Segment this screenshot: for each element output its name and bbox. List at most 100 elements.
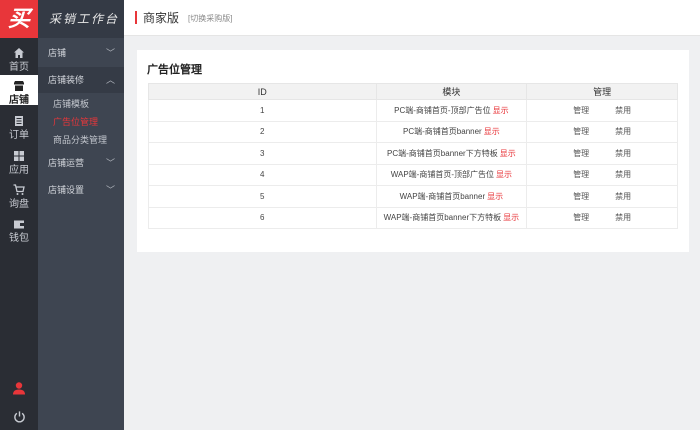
row-module: PC端-商铺首页banner下方特板 显示 <box>375 142 528 165</box>
show-link[interactable]: 显示 <box>484 127 500 136</box>
row-id: 1 <box>148 99 377 122</box>
power-icon <box>13 410 26 427</box>
show-link[interactable]: 显示 <box>493 106 509 115</box>
sidebar-group-label: 店铺装修 <box>48 75 85 85</box>
manage-button[interactable]: 管理 <box>573 191 589 202</box>
apps-icon <box>0 149 38 165</box>
row-actions: 管理 禁用 <box>526 142 678 165</box>
chevron-down-icon: ﹀ <box>105 185 115 195</box>
table-row: 5 WAP端-商铺首页banner 显示 管理 禁用 <box>148 185 678 208</box>
rail-item-label: 店铺 <box>9 95 29 106</box>
disable-button[interactable]: 禁用 <box>615 212 631 223</box>
sidebar-group-settings[interactable]: 店铺设置 ﹀ <box>38 177 124 203</box>
disable-button[interactable]: 禁用 <box>615 169 631 180</box>
rail-item-label: 首页 <box>9 62 29 73</box>
sidebar-item-label: 店铺模板 <box>53 99 90 109</box>
sidebar-group-label: 店铺运营 <box>48 158 85 168</box>
row-id: 5 <box>148 185 377 208</box>
cart-icon <box>0 183 38 199</box>
row-module: WAP端-商铺首页banner下方特板 显示 <box>375 206 528 229</box>
manage-button[interactable]: 管理 <box>573 105 589 116</box>
table-row: 3 PC端-商铺首页banner下方特板 显示 管理 禁用 <box>148 142 678 165</box>
module-name: WAP端-商铺首页banner <box>399 191 486 201</box>
column-header-manage: 管理 <box>526 83 678 100</box>
home-icon <box>0 46 38 62</box>
user-avatar-button[interactable] <box>0 381 38 400</box>
store-icon <box>0 79 38 95</box>
sidebar-item-label: 广告位管理 <box>53 117 99 127</box>
table-header-row: ID 模块 管理 <box>148 83 678 100</box>
sidebar-group-label: 店铺 <box>48 48 67 58</box>
rail-item-wallet[interactable]: 钱包 <box>0 213 38 244</box>
manage-button[interactable]: 管理 <box>573 212 589 223</box>
rail-item-inquiry[interactable]: 询盘 <box>0 179 38 210</box>
power-button[interactable] <box>0 410 38 428</box>
chevron-up-icon: ︿ <box>105 75 115 85</box>
row-module: PC端-商铺首页banner 显示 <box>375 120 528 143</box>
show-link[interactable]: 显示 <box>487 192 503 201</box>
secondary-sidebar: 采销工作台 店铺 ﹀ 店铺装修 ︿ 店铺模板 广告位管理 商品分类管理 店铺运营… <box>38 0 124 430</box>
sidebar-group-operations[interactable]: 店铺运营 ﹀ <box>38 150 124 176</box>
row-module: WAP端-商铺首页-顶部广告位 显示 <box>375 163 528 186</box>
sidebar-item-store-template[interactable]: 店铺模板 <box>38 95 124 113</box>
sidebar-item-ad-slots[interactable]: 广告位管理 <box>38 113 124 131</box>
show-link[interactable]: 显示 <box>503 213 519 222</box>
sidebar-group-store[interactable]: 店铺 ﹀ <box>38 40 124 66</box>
top-header: 商家版 [切换采购版] <box>124 0 700 36</box>
rail-item-label: 钱包 <box>9 233 29 244</box>
rail-item-orders[interactable]: 订单 <box>0 110 38 141</box>
app-logo[interactable]: 买 <box>0 0 38 38</box>
sidebar-item-category-management[interactable]: 商品分类管理 <box>38 131 124 149</box>
row-actions: 管理 禁用 <box>526 99 678 122</box>
rail-item-label: 订单 <box>9 130 29 141</box>
row-actions: 管理 禁用 <box>526 206 678 229</box>
row-actions: 管理 禁用 <box>526 185 678 208</box>
ad-slot-table: ID 模块 管理 1 PC端-商铺首页-顶部广告位 显示 管理 禁用 2 PC端-商… <box>148 83 678 229</box>
sidebar-group-label: 店铺设置 <box>48 185 85 195</box>
disable-button[interactable]: 禁用 <box>615 105 631 116</box>
sidebar-group-decoration[interactable]: 店铺装修 ︿ <box>38 67 124 93</box>
chevron-down-icon: ﹀ <box>105 48 115 58</box>
order-icon <box>0 114 38 130</box>
module-name: PC端-商铺首页banner下方特板 <box>387 148 498 158</box>
main-panel: 广告位管理 ID 模块 管理 1 PC端-商铺首页-顶部广告位 显示 管理 禁用 2… <box>137 50 689 252</box>
switch-to-buyer-link[interactable]: [切换采购版] <box>188 13 232 24</box>
rail-item-store[interactable]: 店铺 <box>0 75 38 106</box>
module-name: WAP端-商铺首页banner下方特板 <box>383 213 502 223</box>
rail-item-home[interactable]: 首页 <box>0 42 38 73</box>
disable-button[interactable]: 禁用 <box>615 148 631 159</box>
row-id: 4 <box>148 163 377 186</box>
table-row: 6 WAP端-商铺首页banner下方特板 显示 管理 禁用 <box>148 206 678 229</box>
page-title: 广告位管理 <box>147 64 202 76</box>
column-header-module: 模块 <box>375 83 528 100</box>
row-id: 3 <box>148 142 377 165</box>
icon-rail: 买 首页 店铺 订单 应用 询盘 钱包 <box>0 0 38 430</box>
row-actions: 管理 禁用 <box>526 120 678 143</box>
title-accent-bar <box>135 11 137 24</box>
workbench-title: 采销工作台 <box>38 0 124 38</box>
manage-button[interactable]: 管理 <box>573 126 589 137</box>
module-name: PC端-商铺首页banner <box>403 127 482 137</box>
manage-button[interactable]: 管理 <box>573 148 589 159</box>
chevron-down-icon: ﹀ <box>105 158 115 168</box>
table-row: 4 WAP端-商铺首页-顶部广告位 显示 管理 禁用 <box>148 163 678 186</box>
module-name: PC端-商铺首页-顶部广告位 <box>394 105 491 115</box>
show-link[interactable]: 显示 <box>496 170 512 179</box>
disable-button[interactable]: 禁用 <box>615 126 631 137</box>
manage-button[interactable]: 管理 <box>573 169 589 180</box>
row-id: 2 <box>148 120 377 143</box>
disable-button[interactable]: 禁用 <box>615 191 631 202</box>
row-module: PC端-商铺首页-顶部广告位 显示 <box>375 99 528 122</box>
rail-item-apps[interactable]: 应用 <box>0 145 38 176</box>
column-header-id: ID <box>148 83 377 100</box>
show-link[interactable]: 显示 <box>500 149 516 158</box>
table-row: 2 PC端-商铺首页banner 显示 管理 禁用 <box>148 120 678 143</box>
row-actions: 管理 禁用 <box>526 163 678 186</box>
row-module: WAP端-商铺首页banner 显示 <box>375 185 528 208</box>
sidebar-item-label: 商品分类管理 <box>53 135 108 145</box>
user-icon <box>12 382 26 399</box>
rail-item-label: 应用 <box>9 165 29 176</box>
table-row: 1 PC端-商铺首页-顶部广告位 显示 管理 禁用 <box>148 99 678 122</box>
page-version-title: 商家版 <box>143 11 180 25</box>
module-name: WAP端-商铺首页-顶部广告位 <box>390 170 494 180</box>
